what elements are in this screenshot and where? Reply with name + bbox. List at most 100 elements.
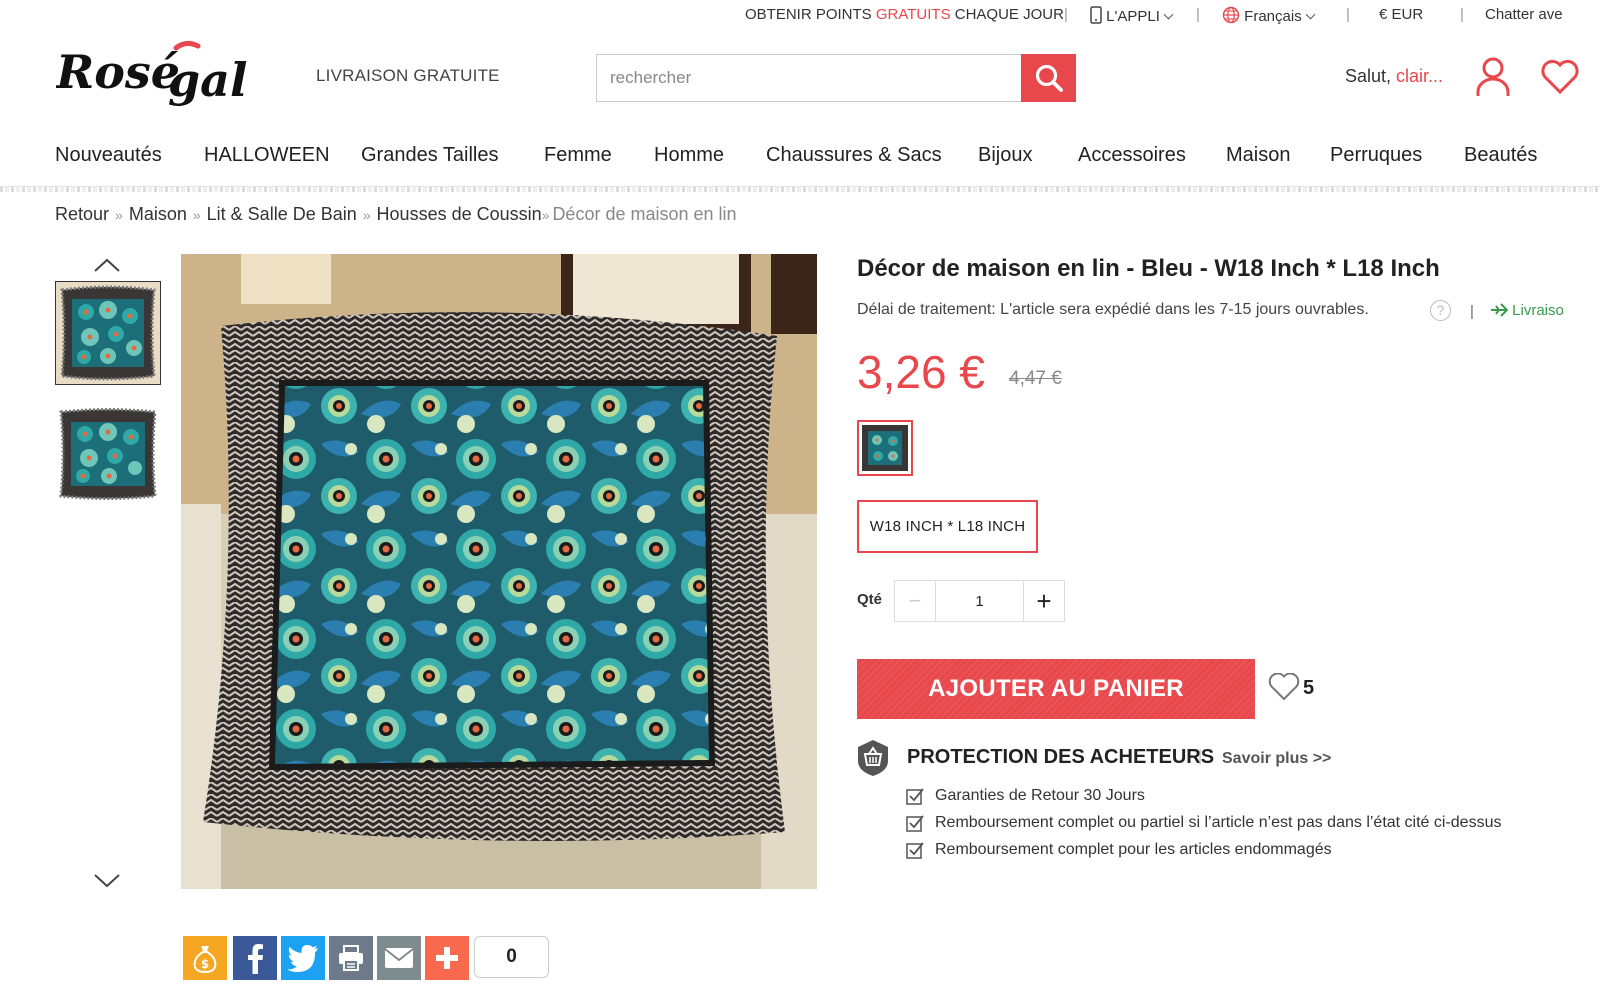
search-bar xyxy=(596,54,1076,102)
chat-link[interactable]: Chatter ave xyxy=(1485,6,1563,23)
wishlist-count: 5 xyxy=(1303,677,1315,699)
search-input[interactable] xyxy=(597,55,1021,101)
search-button[interactable] xyxy=(1021,54,1076,102)
heart-icon[interactable] xyxy=(1268,673,1300,701)
nav-item-beautes[interactable]: Beautés xyxy=(1464,144,1537,167)
username: clair... xyxy=(1396,66,1444,86)
quantity-stepper: − + xyxy=(894,580,1065,622)
twitter-share-button[interactable] xyxy=(281,936,325,980)
money-share-button[interactable]: $ xyxy=(183,936,227,980)
language-label: Français xyxy=(1244,8,1302,25)
nav-item-halloween[interactable]: HALLOWEEN xyxy=(204,144,330,167)
product-photo xyxy=(181,254,817,889)
nav-item-perruques[interactable]: Perruques xyxy=(1330,144,1422,167)
quantity-label: Qté xyxy=(857,591,883,608)
quantity-decrease-button[interactable]: − xyxy=(895,581,936,621)
checkbox-checked-icon xyxy=(906,788,924,805)
protection-separator: | xyxy=(1198,748,1203,765)
user-icon[interactable] xyxy=(1475,56,1511,98)
shield-basket-icon xyxy=(858,740,888,776)
print-button[interactable] xyxy=(329,936,373,980)
help-icon[interactable]: ? xyxy=(1430,300,1451,321)
nav-item-accessoires[interactable]: Accessoires xyxy=(1078,144,1186,167)
breadcrumb-separator: » xyxy=(115,207,123,223)
thumbnail-image xyxy=(55,404,161,504)
nav-item-femme[interactable]: Femme xyxy=(544,144,612,167)
guarantee-item: Remboursement complet pour les articles … xyxy=(906,841,1332,859)
top-bar: OBTENIR POINTS GRATUITS CHAQUE JOUR | L'… xyxy=(0,0,1600,30)
app-dropdown[interactable]: L'APPLI xyxy=(1090,6,1174,25)
checkbox-checked-icon xyxy=(906,842,924,859)
share-count: 0 xyxy=(474,936,549,978)
svg-text:gal: gal xyxy=(168,53,247,107)
currency-selector[interactable]: € EUR xyxy=(1379,6,1423,23)
add-to-cart-button[interactable]: AJOUTER AU PANIER xyxy=(857,659,1255,719)
nav-item-grandes-tailles[interactable]: Grandes Tailles xyxy=(361,144,498,167)
points-suffix: CHAQUE JOUR xyxy=(950,6,1064,23)
guarantee-text: Garanties de Retour 30 Jours xyxy=(935,787,1145,804)
email-share-button[interactable] xyxy=(377,936,421,980)
nav-item-maison[interactable]: Maison xyxy=(1226,144,1290,167)
breadcrumb-separator: » xyxy=(362,207,371,223)
plus-icon xyxy=(436,947,458,969)
phone-icon xyxy=(1090,6,1102,24)
shipping-link[interactable]: Livraiso xyxy=(1490,302,1564,319)
breadcrumb: Retour» Maison» Lit & Salle De Bain» Housse… xyxy=(55,204,737,225)
daily-points-link[interactable]: OBTENIR POINTS GRATUITS CHAQUE JOUR xyxy=(745,6,1064,23)
buyer-protection-title: PROTECTION DES ACHETEURS xyxy=(907,746,1215,768)
addthis-share-button[interactable] xyxy=(425,936,469,980)
topbar-separator: | xyxy=(1064,6,1068,23)
topbar-separator: | xyxy=(1460,6,1464,23)
product-main-image[interactable] xyxy=(181,254,817,889)
checkbox-checked-icon xyxy=(906,815,924,832)
plane-icon xyxy=(1491,303,1509,317)
facebook-icon xyxy=(248,944,263,974)
guarantee-item: Remboursement complet ou partiel si l’ar… xyxy=(906,814,1501,832)
product-title: Décor de maison en lin - Bleu - W18 Inch… xyxy=(857,255,1440,282)
greeting-text: Salut, xyxy=(1345,66,1397,86)
shipping-separator: | xyxy=(1470,303,1474,320)
learn-more-link[interactable]: Savoir plus >> xyxy=(1222,750,1331,768)
heart-icon[interactable] xyxy=(1540,58,1580,96)
thumbnail-2[interactable] xyxy=(55,404,161,508)
language-dropdown[interactable]: Français xyxy=(1222,6,1316,25)
thumbnail-1[interactable] xyxy=(55,281,161,385)
guarantee-text: Remboursement complet ou partiel si l’ar… xyxy=(935,814,1502,831)
breadcrumb-item[interactable]: Maison xyxy=(129,204,187,224)
nav-item-homme[interactable]: Homme xyxy=(654,144,724,167)
breadcrumb-item[interactable]: Retour xyxy=(55,204,109,224)
svg-text:$: $ xyxy=(201,957,209,971)
nav-item-bijoux[interactable]: Bijoux xyxy=(978,144,1032,167)
quantity-input[interactable] xyxy=(936,581,1023,621)
shipping-link-label: Livraiso xyxy=(1512,302,1564,319)
envelope-icon xyxy=(384,948,414,968)
breadcrumb-item[interactable]: Lit & Salle De Bain xyxy=(207,204,357,224)
chevron-up-icon[interactable] xyxy=(94,258,120,272)
nav-item-chaussures-sacs[interactable]: Chaussures & Sacs xyxy=(766,144,942,167)
color-option-blue[interactable] xyxy=(857,420,913,476)
breadcrumb-separator: » xyxy=(192,207,201,223)
nav-divider xyxy=(0,186,1600,192)
nav-item-nouveautes[interactable]: Nouveautés xyxy=(55,144,162,167)
chevron-down-icon[interactable] xyxy=(94,874,120,888)
guarantee-text: Remboursement complet pour les articles … xyxy=(935,841,1332,858)
chevron-down-icon xyxy=(1305,9,1316,20)
topbar-separator: | xyxy=(1196,6,1200,23)
topbar-separator: | xyxy=(1346,6,1350,23)
breadcrumb-separator: » xyxy=(541,207,550,223)
account-greeting[interactable]: Salut, clair... xyxy=(1345,66,1443,87)
quantity-increase-button[interactable]: + xyxy=(1023,581,1064,621)
breadcrumb-item[interactable]: Housses de Coussin xyxy=(377,204,542,224)
current-price: 3,26 € xyxy=(857,346,985,398)
chevron-down-icon xyxy=(1163,9,1174,20)
points-prefix: OBTENIR POINTS xyxy=(745,6,876,23)
main-nav: Nouveautés HALLOWEEN Grandes Tailles Fem… xyxy=(0,140,1600,174)
guarantee-item: Garanties de Retour 30 Jours xyxy=(906,787,1145,805)
free-shipping-label: LIVRAISON GRATUITE xyxy=(316,66,500,85)
rosegal-logo[interactable]: Rosé gal xyxy=(56,38,296,118)
size-option[interactable]: W18 INCH * L18 INCH xyxy=(857,500,1038,553)
original-price: 4,47 € xyxy=(1009,368,1062,389)
lead-time-text: Délai de traitement: L'article sera expé… xyxy=(857,301,1369,318)
facebook-share-button[interactable] xyxy=(233,936,277,980)
points-highlight: GRATUITS xyxy=(875,6,951,23)
